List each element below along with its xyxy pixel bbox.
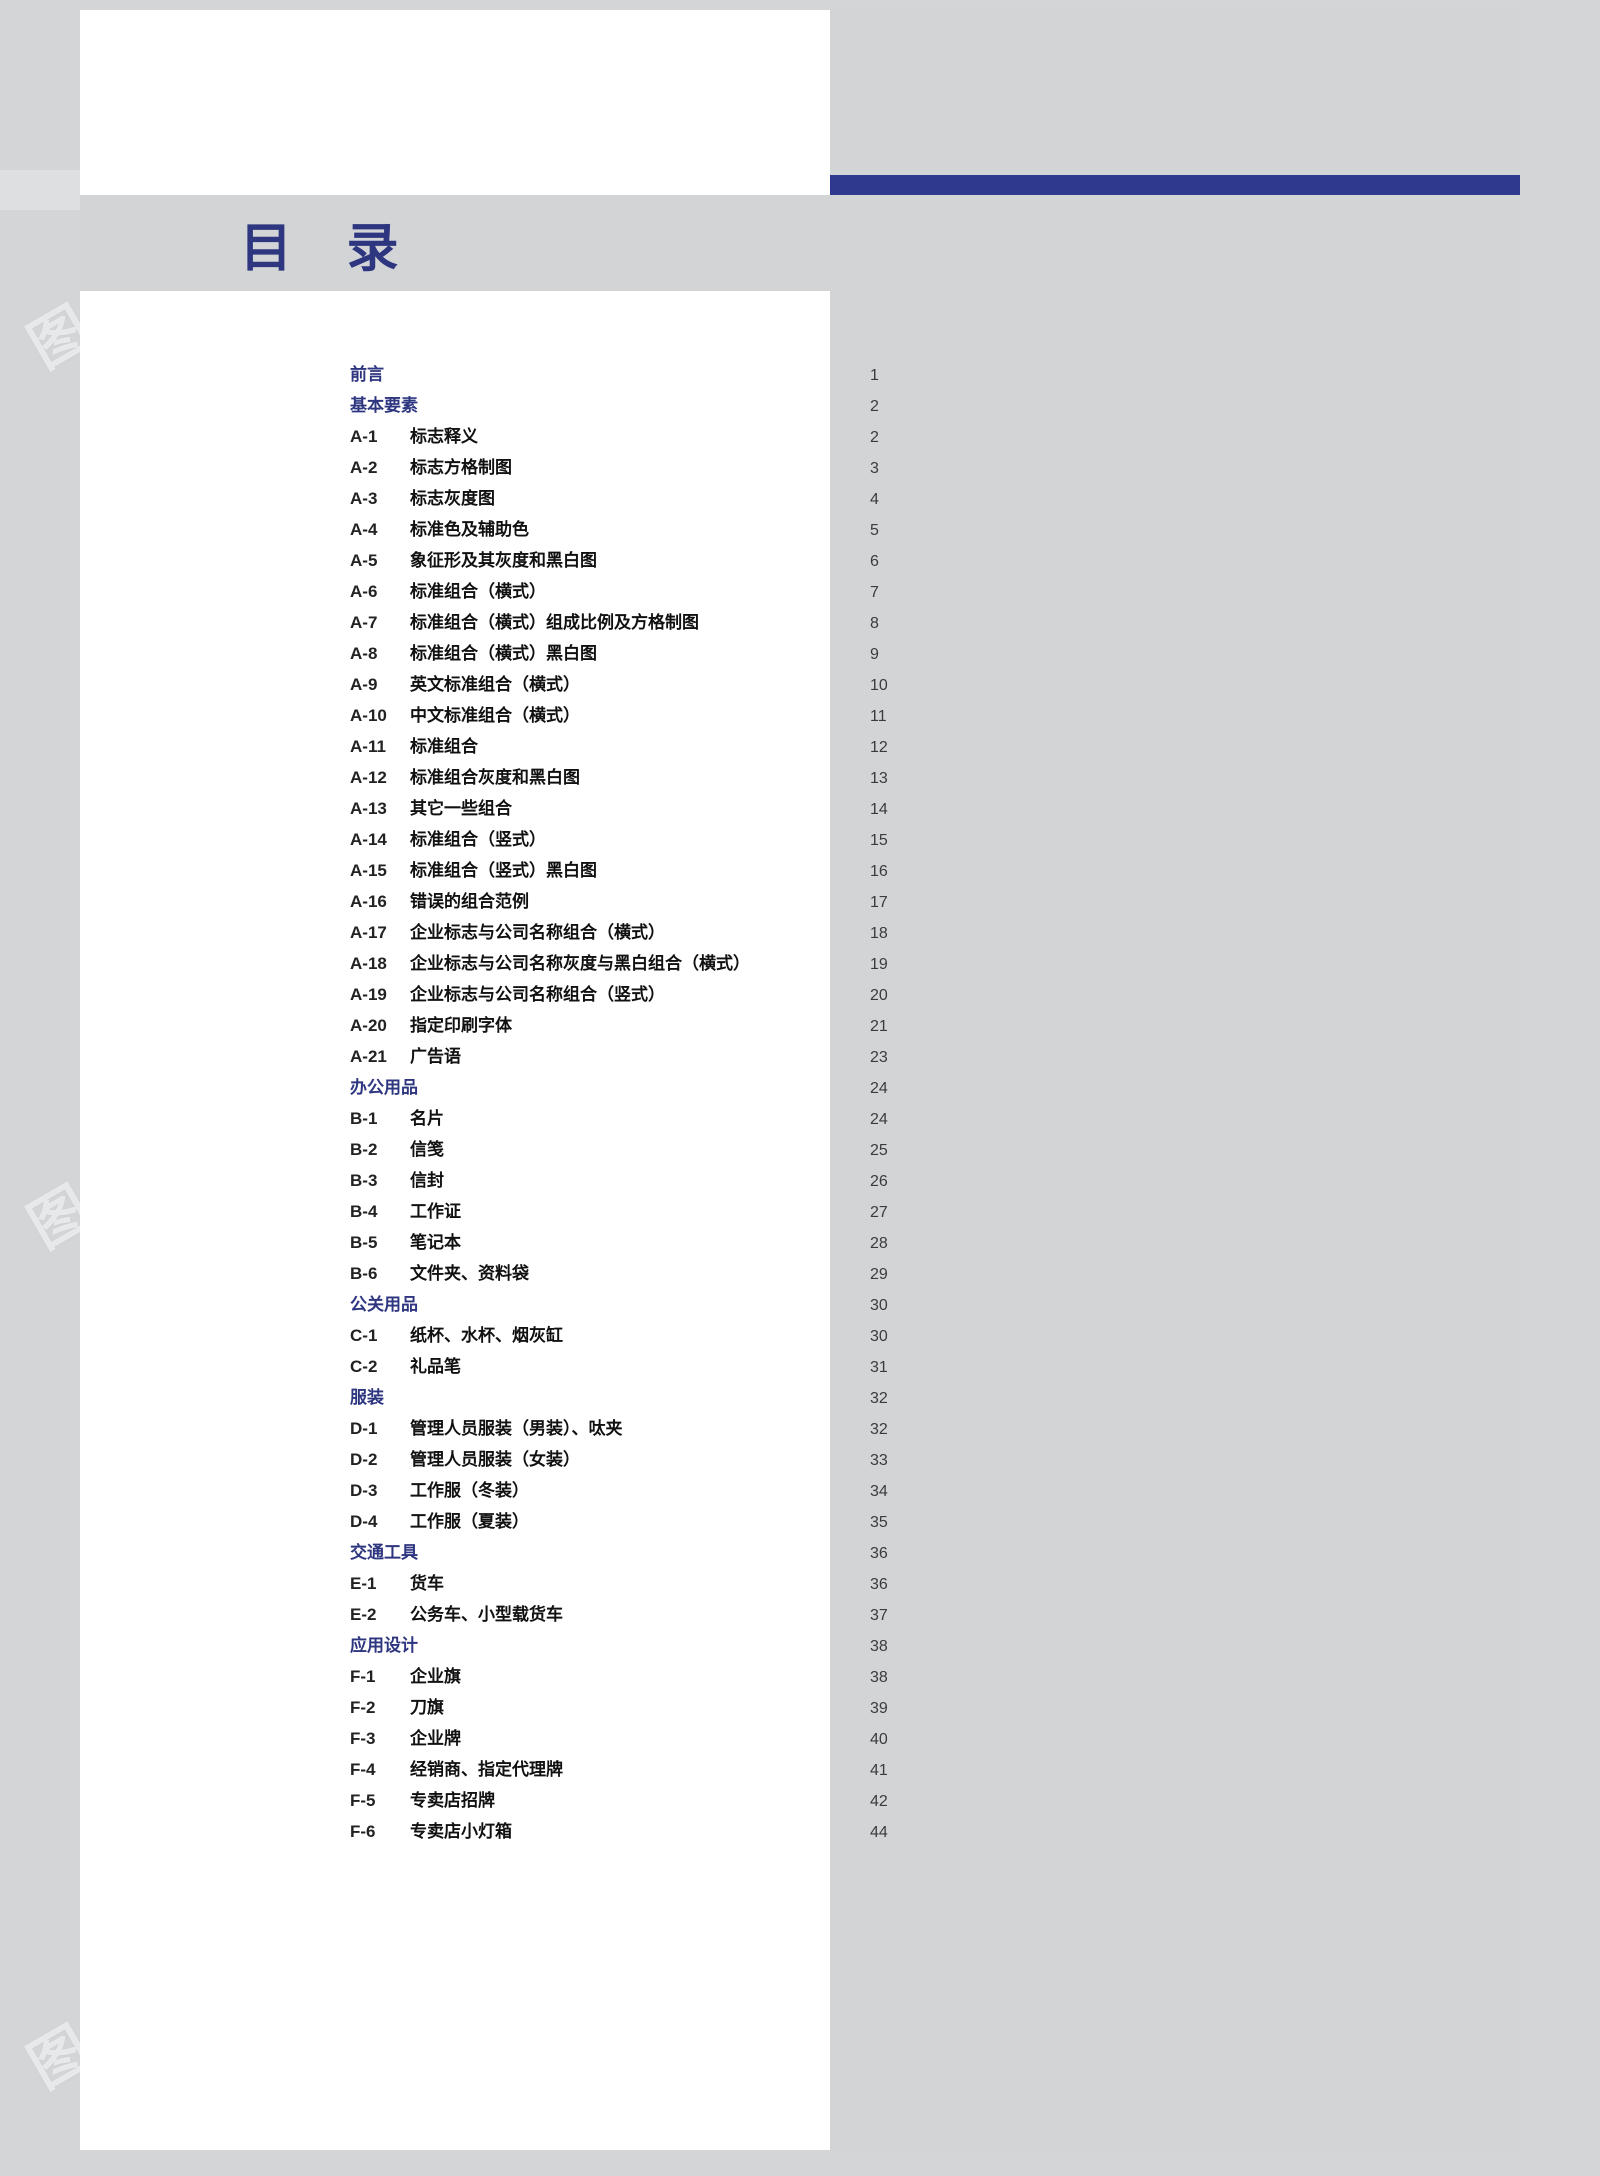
toc-entry-page: 24 [870,1073,930,1104]
toc-entry-code: B-2 [350,1140,410,1160]
toc-entry-page: 42 [870,1786,930,1817]
toc-entry-page: 18 [870,918,930,949]
toc-entry-page: 21 [870,1011,930,1042]
toc-entry-page: 35 [870,1507,930,1538]
toc-entry-code: E-2 [350,1605,410,1625]
toc-entry-page: 17 [870,887,930,918]
toc-entry-page: 19 [870,949,930,980]
toc-entry-page: 33 [870,1445,930,1476]
toc-entry-code: B-5 [350,1233,410,1253]
toc-entry-page: 32 [870,1414,930,1445]
toc-entry-code: A-5 [350,551,410,571]
toc-entry-page: 38 [870,1631,930,1662]
toc-entry-code: A-18 [350,954,410,974]
toc-entry-code: B-3 [350,1171,410,1191]
toc-entry-code: A-17 [350,923,410,943]
toc-entry-code: F-6 [350,1822,410,1842]
toc-entry-page: 39 [870,1693,930,1724]
toc-entry-code: A-6 [350,582,410,602]
toc-entry-page: 32 [870,1383,930,1414]
toc-entry-page: 4 [870,484,930,515]
toc-entry-page: 20 [870,980,930,1011]
toc-entry-code: D-1 [350,1419,410,1439]
toc-entry-page: 38 [870,1662,930,1693]
toc-entry-page: 30 [870,1290,930,1321]
toc-entry-code: D-4 [350,1512,410,1532]
toc-entry-code: A-1 [350,427,410,447]
toc-entry-page: 1 [870,360,930,391]
toc-entry-code: A-19 [350,985,410,1005]
toc-entry-code: D-2 [350,1450,410,1470]
toc-entry-page: 26 [870,1166,930,1197]
toc-entry-page: 27 [870,1197,930,1228]
toc-entry-code: E-1 [350,1574,410,1594]
toc-entry-page: 14 [870,794,930,825]
toc-entry-page: 40 [870,1724,930,1755]
toc-entry-page: 16 [870,856,930,887]
toc-entry-code: A-4 [350,520,410,540]
toc-entry-page: 5 [870,515,930,546]
toc-entry-page: 2 [870,391,930,422]
document-page: 目 录 前言基本要素A-1标志释义A-2标志方格制图A-3标志灰度图A-4标准色… [80,10,1520,2150]
toc-entry-code: C-1 [350,1326,410,1346]
toc-entry-code: C-2 [350,1357,410,1377]
toc-entry-page: 31 [870,1352,930,1383]
toc-entry-page: 2 [870,422,930,453]
toc-entry-page: 9 [870,639,930,670]
toc-entry-code: A-21 [350,1047,410,1067]
toc-entry-code: A-16 [350,892,410,912]
toc-entry-code: A-13 [350,799,410,819]
toc-entry-code: A-8 [350,644,410,664]
toc-page-numbers: 1223456789101112131415161718192021232424… [870,360,930,1848]
toc-entry-page: 7 [870,577,930,608]
toc-entry-page: 30 [870,1321,930,1352]
toc-entry-code: A-9 [350,675,410,695]
toc-entry-code: F-1 [350,1667,410,1687]
toc-entry-code: F-2 [350,1698,410,1718]
toc-entry-page: 44 [870,1817,930,1848]
toc-entry-page: 10 [870,670,930,701]
toc-entry-page: 25 [870,1135,930,1166]
toc-entry-page: 37 [870,1600,930,1631]
toc-entry-code: B-4 [350,1202,410,1222]
page-title: 目 录 [240,206,418,281]
toc-entry-code: F-4 [350,1760,410,1780]
toc-entry-page: 6 [870,546,930,577]
toc-entry-code: A-3 [350,489,410,509]
toc-entry-page: 41 [870,1755,930,1786]
toc-entry-code: A-11 [350,737,410,757]
toc-entry-code: B-6 [350,1264,410,1284]
toc-entry-page: 29 [870,1259,930,1290]
toc-entry-page: 36 [870,1569,930,1600]
toc-entry-code: A-20 [350,1016,410,1036]
toc-entry-page: 13 [870,763,930,794]
toc-entry-page: 24 [870,1104,930,1135]
toc-entry-page: 11 [870,701,930,732]
toc-entry-page: 23 [870,1042,930,1073]
toc-entry-code: A-7 [350,613,410,633]
toc-entry-page: 28 [870,1228,930,1259]
toc-entry-page: 8 [870,608,930,639]
toc-entry-code: D-3 [350,1481,410,1501]
toc-entry-page: 15 [870,825,930,856]
toc-entry-code: F-3 [350,1729,410,1749]
toc-entry-page: 36 [870,1538,930,1569]
toc-entry-page: 3 [870,453,930,484]
toc-entry-code: A-2 [350,458,410,478]
left-edge-notch [0,170,80,210]
toc-entry-code: B-1 [350,1109,410,1129]
toc-entry-code: F-5 [350,1791,410,1811]
toc-entry-page: 34 [870,1476,930,1507]
toc-entry-code: A-14 [350,830,410,850]
title-band: 目 录 [80,195,1520,291]
toc-entry-code: A-10 [350,706,410,726]
toc-entry-page: 12 [870,732,930,763]
toc-entry-code: A-12 [350,768,410,788]
toc-entry-code: A-15 [350,861,410,881]
